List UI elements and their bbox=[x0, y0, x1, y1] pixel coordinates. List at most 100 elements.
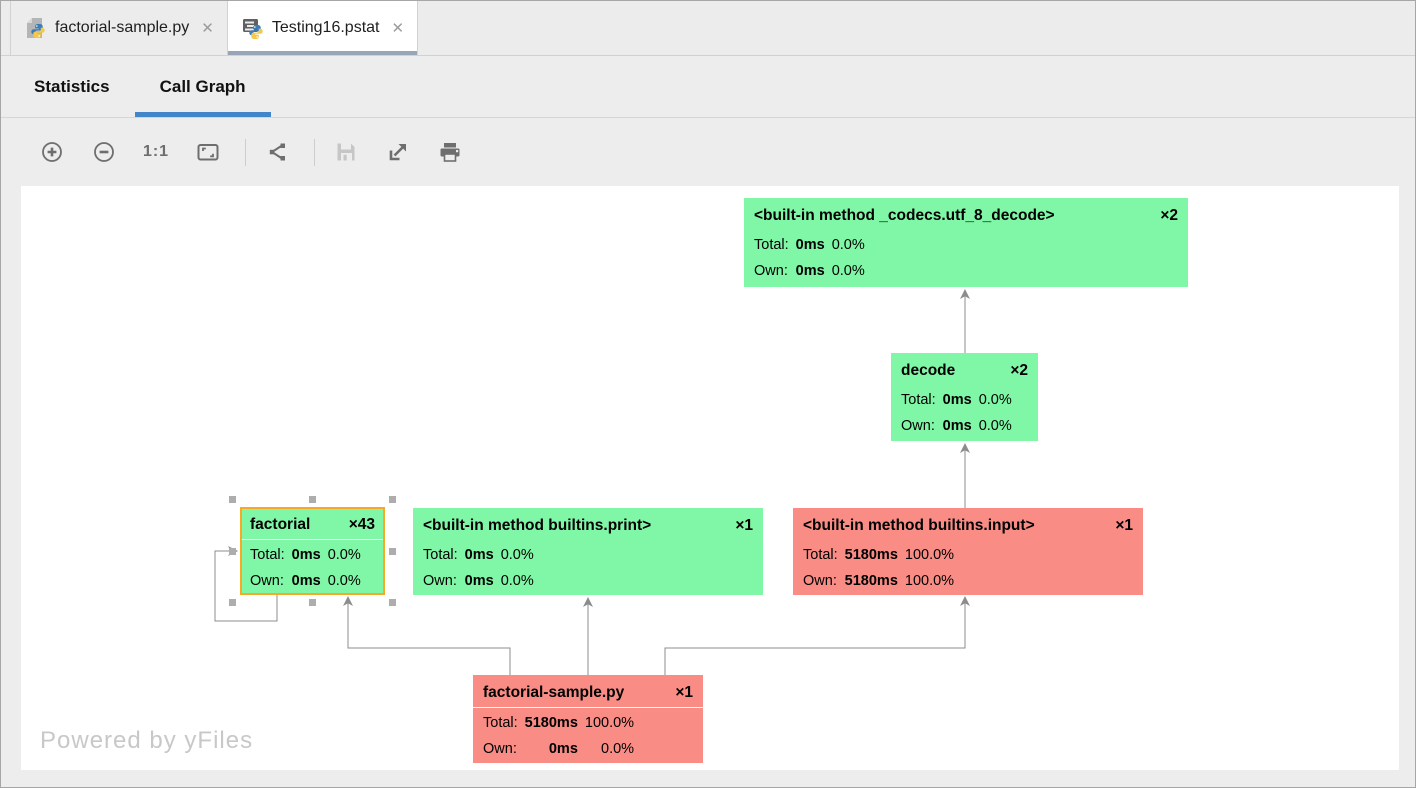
python-file-icon bbox=[24, 16, 46, 40]
stat-label-own: Own: bbox=[754, 258, 789, 284]
close-icon[interactable]: ✕ bbox=[201, 21, 214, 36]
graph-edge bbox=[665, 597, 965, 675]
editor-tab-bar: factorial-sample.py ✕ Testin bbox=[1, 1, 1415, 56]
graph-canvas[interactable]: Powered by yFiles <built-in method _code… bbox=[21, 186, 1399, 770]
profiler-window: factorial-sample.py ✕ Testin bbox=[0, 0, 1416, 788]
tab-factorial-sample-py[interactable]: factorial-sample.py ✕ bbox=[10, 1, 228, 55]
stat-value-own: 0ms bbox=[465, 568, 494, 594]
zoom-in-icon bbox=[39, 139, 65, 165]
selection-handle[interactable] bbox=[229, 548, 236, 555]
stat-value-total: 5180ms bbox=[525, 710, 578, 736]
stat-pct-own: 0.0% bbox=[832, 258, 865, 284]
stat-value-total: 5180ms bbox=[845, 542, 898, 568]
canvas-area: Powered by yFiles <built-in method _code… bbox=[1, 186, 1415, 787]
print-icon bbox=[437, 139, 463, 165]
node-title: <built-in method builtins.print> bbox=[423, 517, 651, 535]
stat-value-total: 0ms bbox=[943, 387, 972, 413]
node-title-row: <built-in method builtins.input> ×1 bbox=[803, 511, 1133, 540]
node-stats: Total: 0ms 0.0% Own: 0ms 0.0% bbox=[901, 387, 1028, 439]
selection-handle[interactable] bbox=[389, 548, 396, 555]
graph-node-sample[interactable]: factorial-sample.py ×1 Total: 5180ms 100… bbox=[473, 675, 703, 763]
fit-content-icon bbox=[195, 139, 221, 165]
stat-value-own: 5180ms bbox=[845, 568, 898, 594]
node-title: <built-in method builtins.input> bbox=[803, 517, 1035, 535]
zoom-out-icon bbox=[91, 139, 117, 165]
close-icon[interactable]: ✕ bbox=[391, 21, 404, 36]
print-button[interactable] bbox=[435, 137, 465, 167]
zoom-in-button[interactable] bbox=[37, 137, 67, 167]
graph-edge bbox=[348, 597, 510, 675]
profiler-view-tabs: Statistics Call Graph bbox=[1, 56, 1415, 118]
node-title-row: <built-in method builtins.print> ×1 bbox=[423, 511, 753, 540]
selection-handle[interactable] bbox=[389, 496, 396, 503]
graph-node-decode[interactable]: decode ×2 Total: 0ms 0.0% Own: 0ms 0.0% bbox=[891, 353, 1038, 441]
tab-testing16-pstat[interactable]: Testing16.pstat ✕ bbox=[228, 1, 418, 55]
node-title-row: decode ×2 bbox=[901, 356, 1028, 385]
graph-toolbar: 1:1 bbox=[1, 118, 1415, 186]
stat-label-own: Own: bbox=[803, 568, 838, 594]
stat-pct-own: 100.0% bbox=[905, 568, 954, 594]
profiler-snapshot-icon bbox=[241, 16, 263, 40]
node-stats: Total: 5180ms 100.0% Own: 0ms 0.0% bbox=[483, 710, 693, 762]
selection-handle[interactable] bbox=[389, 599, 396, 606]
actual-size-icon: 1:1 bbox=[143, 143, 169, 161]
stat-pct-total: 0.0% bbox=[501, 542, 534, 568]
stat-pct-total: 0.0% bbox=[979, 387, 1012, 413]
node-title: <built-in method _codecs.utf_8_decode> bbox=[754, 207, 1055, 225]
node-title-row: factorial-sample.py ×1 bbox=[473, 678, 703, 708]
export-icon bbox=[385, 139, 411, 165]
stat-label-own: Own: bbox=[483, 736, 518, 762]
node-stats: Total: 5180ms 100.0% Own: 5180ms 100.0% bbox=[803, 542, 1133, 594]
graph-node-print[interactable]: <built-in method builtins.print> ×1 Tota… bbox=[413, 508, 763, 595]
stat-pct-total: 0.0% bbox=[832, 232, 865, 258]
fit-content-button[interactable] bbox=[193, 137, 223, 167]
stat-label-total: Total: bbox=[250, 542, 285, 568]
stat-label-total: Total: bbox=[483, 710, 518, 736]
node-title-row: factorial ×43 bbox=[242, 510, 383, 540]
call-graph-icon bbox=[264, 139, 290, 165]
stat-pct-total: 100.0% bbox=[905, 542, 954, 568]
node-title: decode bbox=[901, 362, 955, 380]
stat-pct-own: 0.0% bbox=[979, 413, 1012, 439]
graph-node-factorial[interactable]: factorial ×43 Total: 0ms 0.0% Own: 0ms 0… bbox=[240, 507, 385, 595]
node-call-count: ×1 bbox=[675, 684, 693, 702]
graph-node-input[interactable]: <built-in method builtins.input> ×1 Tota… bbox=[793, 508, 1143, 595]
tab-call-graph-label: Call Graph bbox=[160, 77, 246, 97]
stat-value-own: 0ms bbox=[292, 568, 321, 594]
stat-value-own: 0ms bbox=[549, 736, 578, 762]
tab-call-graph[interactable]: Call Graph bbox=[135, 56, 271, 117]
stat-label-total: Total: bbox=[901, 387, 936, 413]
call-graph-button[interactable] bbox=[262, 137, 292, 167]
stat-label-total: Total: bbox=[754, 232, 789, 258]
node-call-count: ×1 bbox=[1115, 517, 1133, 535]
export-button[interactable] bbox=[383, 137, 413, 167]
stat-label-own: Own: bbox=[901, 413, 936, 439]
tab-label: Testing16.pstat bbox=[272, 19, 380, 37]
actual-size-button[interactable]: 1:1 bbox=[141, 137, 171, 167]
selection-handle[interactable] bbox=[309, 599, 316, 606]
stat-value-total: 0ms bbox=[292, 542, 321, 568]
stat-pct-own: 0.0% bbox=[501, 568, 534, 594]
tab-statistics[interactable]: Statistics bbox=[9, 56, 135, 117]
stat-label-total: Total: bbox=[423, 542, 458, 568]
toolbar-separator bbox=[245, 139, 246, 166]
stat-label-own: Own: bbox=[250, 568, 285, 594]
zoom-out-button[interactable] bbox=[89, 137, 119, 167]
stat-value-own: 0ms bbox=[943, 413, 972, 439]
stat-pct-total: 0.0% bbox=[328, 542, 361, 568]
stat-pct-own: 0.0% bbox=[601, 736, 634, 762]
node-title: factorial bbox=[250, 516, 310, 534]
node-stats: Total: 0ms 0.0% Own: 0ms 0.0% bbox=[754, 232, 1178, 284]
tab-label: factorial-sample.py bbox=[55, 19, 189, 37]
graph-node-utf8[interactable]: <built-in method _codecs.utf_8_decode> ×… bbox=[744, 198, 1188, 287]
selection-handle[interactable] bbox=[229, 496, 236, 503]
stat-label-total: Total: bbox=[803, 542, 838, 568]
node-call-count: ×2 bbox=[1160, 207, 1178, 225]
node-stats: Total: 0ms 0.0% Own: 0ms 0.0% bbox=[423, 542, 753, 594]
selection-handle[interactable] bbox=[309, 496, 316, 503]
node-title-row: <built-in method _codecs.utf_8_decode> ×… bbox=[754, 201, 1178, 230]
node-call-count: ×2 bbox=[1010, 362, 1028, 380]
selection-handle[interactable] bbox=[229, 599, 236, 606]
node-call-count: ×1 bbox=[735, 517, 753, 535]
node-stats: Total: 0ms 0.0% Own: 0ms 0.0% bbox=[250, 542, 375, 594]
